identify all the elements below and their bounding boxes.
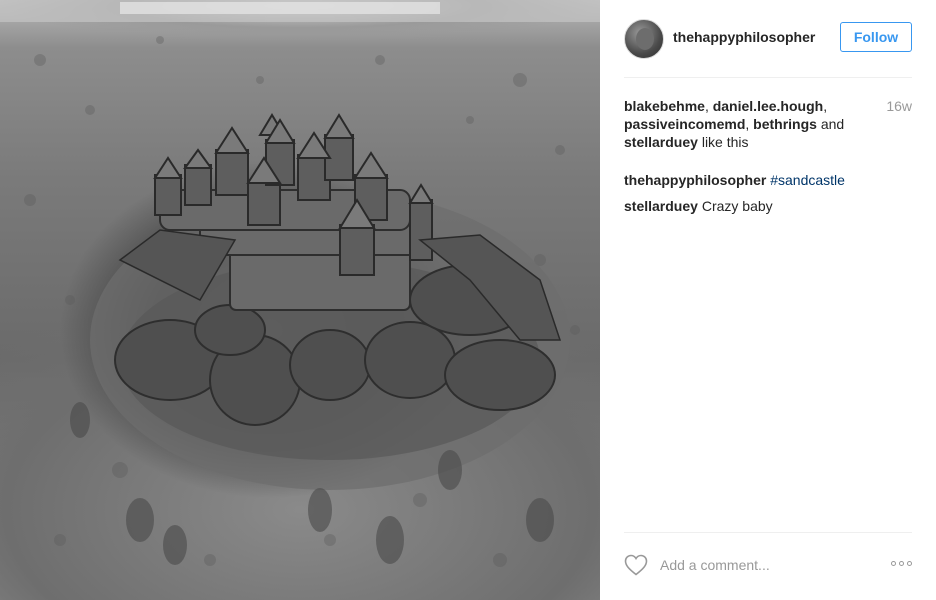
dot [899, 561, 904, 566]
comment-username[interactable]: stellarduey [624, 198, 698, 214]
avatar-face [636, 28, 654, 50]
avatar[interactable] [624, 19, 664, 59]
post-photo[interactable] [0, 0, 600, 600]
likes-summary: blakebehme, daniel.lee.hough, passiveinc… [624, 97, 849, 151]
post-age[interactable]: 16w [886, 98, 912, 114]
comment: thehappyphilosopher #sandcastle [624, 171, 845, 189]
separator: , [704, 98, 713, 114]
comment: stellarduey Crazy baby [624, 197, 773, 215]
liker-link[interactable]: passiveincomemd [624, 116, 745, 132]
more-options-icon[interactable] [891, 561, 912, 566]
like-this-text: like this [697, 134, 749, 150]
post-header: thehappyphilosopher Follow [624, 16, 912, 78]
comment-text: Crazy baby [701, 198, 773, 214]
username-link[interactable]: thehappyphilosopher [673, 29, 815, 45]
comment-input[interactable] [660, 556, 870, 573]
follow-button[interactable]: Follow [840, 22, 912, 52]
sandcastle-photo [0, 0, 600, 567]
liker-link[interactable]: bethrings [753, 116, 817, 132]
separator: , [745, 116, 754, 132]
liker-link[interactable]: stellarduey [624, 134, 698, 150]
dot [891, 561, 896, 566]
comment-footer [624, 532, 912, 600]
dot [907, 561, 912, 566]
comment-username[interactable]: thehappyphilosopher [624, 172, 766, 188]
and-text: and [816, 116, 845, 132]
liker-link[interactable]: daniel.lee.hough [713, 98, 823, 114]
post-side-panel: thehappyphilosopher Follow blakebehme, d… [600, 0, 936, 600]
separator: , [823, 98, 828, 114]
liker-link[interactable]: blakebehme [624, 98, 705, 114]
hashtag-link[interactable]: #sandcastle [770, 172, 845, 188]
heart-icon[interactable] [624, 554, 648, 576]
